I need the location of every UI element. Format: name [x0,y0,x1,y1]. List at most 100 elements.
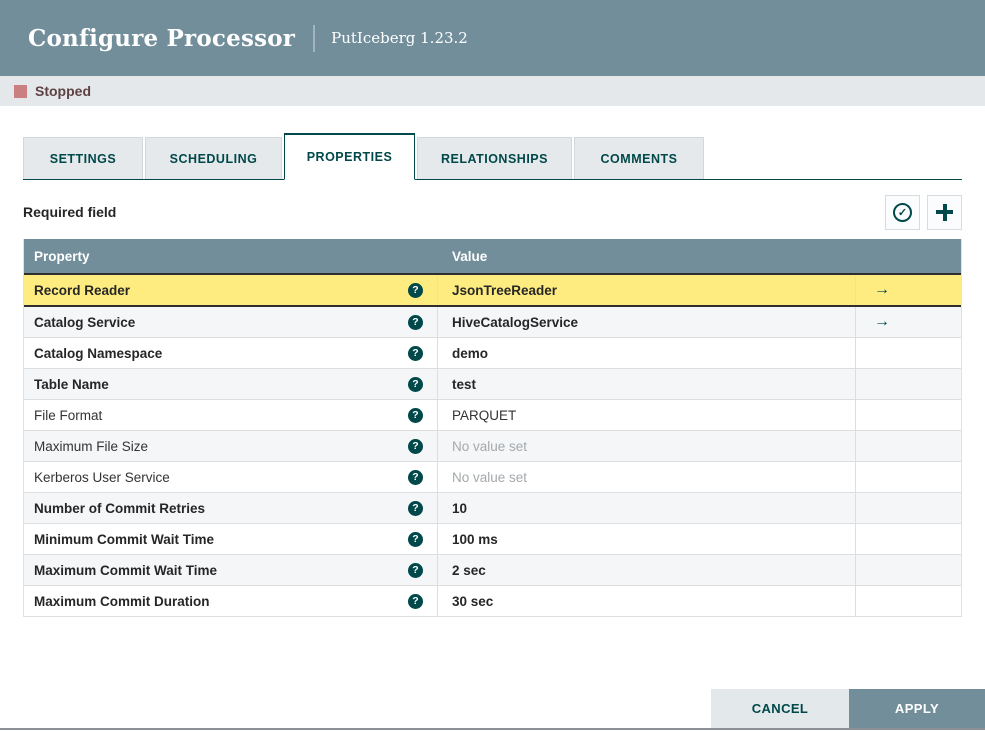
value-cell[interactable]: 100 ms [438,524,856,554]
goto-cell [856,431,961,461]
table-row[interactable]: Minimum Commit Wait Time 100 ms [24,524,961,555]
help-icon[interactable] [408,531,423,547]
goto-service-arrow-icon[interactable] [874,314,890,330]
value-cell[interactable]: No value set [438,462,856,492]
property-cell: Maximum Commit Wait Time [24,555,438,585]
property-value: 30 sec [452,593,494,609]
goto-service-arrow-icon[interactable] [874,282,890,298]
stopped-icon [14,84,27,98]
value-cell[interactable]: JsonTreeReader [438,275,856,305]
tab-scheduling[interactable]: SCHEDULING [145,137,282,179]
add-property-button[interactable] [927,194,962,230]
property-name: Maximum Commit Duration [34,593,210,609]
table-row[interactable]: Maximum File Size No value set [24,431,961,462]
tab-label: SETTINGS [49,151,117,166]
property-value: 10 [452,500,468,516]
help-icon[interactable] [408,562,423,578]
dialog-content: SETTINGS SCHEDULING PROPERTIES RELATIONSHIP… [0,133,985,617]
property-cell: Number of Commit Retries [24,493,438,523]
tab-label: RELATIONSHIPS [441,151,548,166]
tab-label: SCHEDULING [169,151,258,166]
status-bar: Stopped [0,76,985,106]
property-value: JsonTreeReader [452,282,558,298]
property-cell: Catalog Namespace [24,338,438,368]
property-name: Number of Commit Retries [34,500,206,516]
goto-cell [856,400,961,430]
value-cell[interactable]: HiveCatalogService [438,307,856,337]
goto-cell [856,493,961,523]
goto-cell [856,275,961,305]
tab-label: PROPERTIES [306,150,393,164]
property-name: Catalog Service [34,314,136,330]
table-row[interactable]: Catalog Service HiveCatalogService [24,307,961,338]
help-icon[interactable] [408,438,423,454]
property-cell: Maximum File Size [24,431,438,461]
verify-properties-button[interactable] [885,194,920,230]
value-cell[interactable]: 30 sec [438,586,856,616]
goto-cell [856,338,961,368]
goto-cell [856,462,961,492]
property-name: Kerberos User Service [34,469,170,485]
required-field-legend: Required field [23,204,117,220]
property-value: No value set [452,438,528,454]
goto-cell [856,524,961,554]
dialog-bottom-edge [0,728,985,730]
help-icon[interactable] [408,469,423,485]
goto-cell [856,307,961,337]
property-value: PARQUET [452,407,517,423]
help-icon[interactable] [408,345,423,361]
tab-settings[interactable]: SETTINGS [23,137,143,179]
property-cell: Catalog Service [24,307,438,337]
dialog-footer: CANCEL APPLY [711,689,985,728]
table-row[interactable]: Number of Commit Retries 10 [24,493,961,524]
property-cell: File Format [24,400,438,430]
value-cell[interactable]: No value set [438,431,856,461]
table-row[interactable]: File Format PARQUET [24,400,961,431]
value-cell[interactable]: 2 sec [438,555,856,585]
help-icon[interactable] [408,407,423,423]
property-table-header: Property Value [24,239,961,273]
tab-relationships[interactable]: RELATIONSHIPS [417,137,572,179]
table-row[interactable]: Record Reader JsonTreeReader [24,273,961,307]
column-header-property: Property [34,248,90,264]
help-icon[interactable] [408,314,423,330]
help-icon[interactable] [408,500,423,516]
tab-bar: SETTINGS SCHEDULING PROPERTIES RELATIONSHIP… [23,133,962,180]
plus-icon [936,203,953,221]
tab-label: COMMENTS [600,151,678,166]
value-cell[interactable]: PARQUET [438,400,856,430]
table-row[interactable]: Maximum Commit Wait Time 2 sec [24,555,961,586]
property-cell: Record Reader [24,275,438,305]
table-row[interactable]: Maximum Commit Duration 30 sec [24,586,961,617]
help-icon[interactable] [408,282,423,298]
help-icon[interactable] [408,376,423,392]
table-row[interactable]: Kerberos User Service No value set [24,462,961,493]
tab-comments[interactable]: COMMENTS [574,137,704,179]
property-table: Property Value Record Reader JsonTreeRea… [23,239,962,617]
apply-button[interactable]: APPLY [849,689,985,728]
dialog-header: Configure Processor PutIceberg 1.23.2 [0,0,985,76]
goto-cell [856,555,961,585]
help-icon[interactable] [408,593,423,609]
property-value: No value set [452,469,528,485]
status-label: Stopped [35,83,91,99]
table-row[interactable]: Table Name test [24,369,961,400]
property-name: Maximum File Size [34,438,149,454]
value-cell[interactable]: test [438,369,856,399]
property-value: demo [452,345,489,361]
property-cell: Minimum Commit Wait Time [24,524,438,554]
cancel-button[interactable]: CANCEL [711,689,849,728]
table-row[interactable]: Catalog Namespace demo [24,338,961,369]
property-name: Record Reader [34,282,131,298]
property-table-body: Record Reader JsonTreeReader Catalog Ser… [24,273,961,617]
property-name: Table Name [34,376,109,392]
column-header-value: Value [452,248,488,264]
property-value: 2 sec [452,562,486,578]
value-cell[interactable]: 10 [438,493,856,523]
property-value: test [452,376,477,392]
tab-properties[interactable]: PROPERTIES [284,133,415,180]
check-circle-icon [893,202,912,222]
title-divider [313,24,316,52]
value-cell[interactable]: demo [438,338,856,368]
property-value: 100 ms [452,531,498,547]
